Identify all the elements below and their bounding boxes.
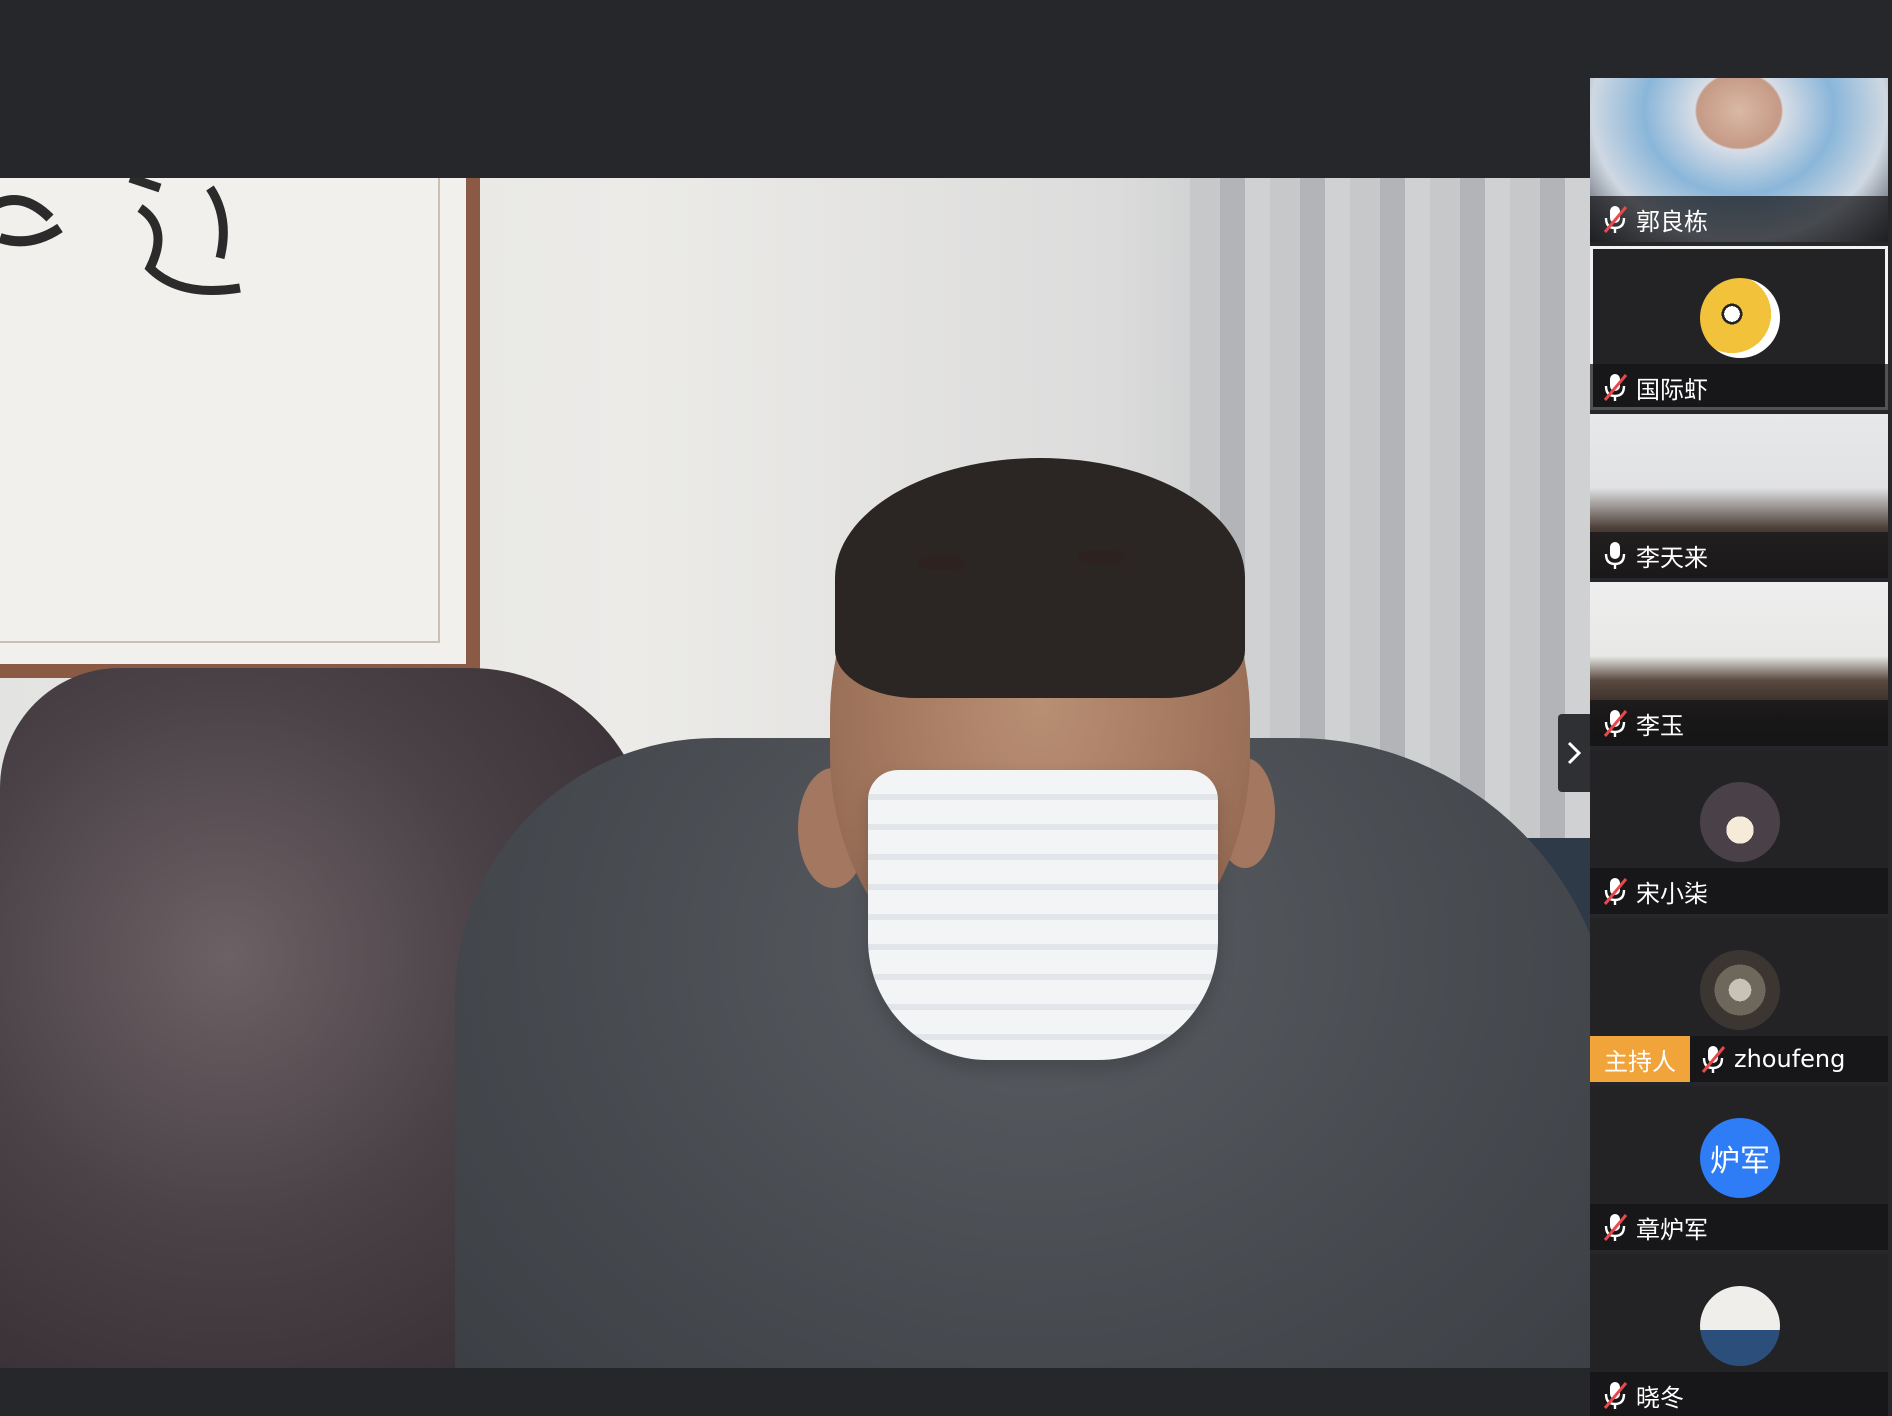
mic-muted-icon (1603, 878, 1628, 905)
participant-tile[interactable]: 主持人 zhoufeng (1590, 918, 1888, 1082)
participant-name: 李玉 (1636, 711, 1684, 740)
speaker-hair (835, 458, 1245, 698)
participant-tile[interactable]: 炉军章炉军 (1590, 1086, 1888, 1250)
participant-tile[interactable]: 国际虾 (1590, 246, 1888, 410)
participant-name-bar: 郭良栋 (1590, 196, 1888, 242)
avatar (1700, 278, 1780, 358)
mic-muted-icon (1603, 710, 1628, 737)
participant-name: 郭良栋 (1636, 207, 1708, 236)
avatar (1700, 782, 1780, 862)
participant-name: 国际虾 (1636, 375, 1708, 404)
participant-name: 章炉军 (1636, 1215, 1708, 1244)
mic-icon (1604, 542, 1626, 569)
participant-name-bar: 晓冬 (1590, 1372, 1888, 1416)
participant-tile[interactable]: 郭良栋 (1590, 78, 1888, 242)
participant-name: 宋小柒 (1636, 879, 1708, 908)
participant-tile[interactable]: 李天来 (1590, 414, 1888, 578)
mic-muted-icon (1701, 1046, 1726, 1073)
participant-panel: 郭良栋国际虾李天来李玉宋小柒主持人 zhoufeng 炉军章炉军晓冬 (1590, 78, 1892, 1416)
meeting-window: 郭良栋国际虾李天来李玉宋小柒主持人 zhoufeng 炉军章炉军晓冬 (0, 0, 1892, 1416)
participant-name: 晓冬 (1636, 1383, 1684, 1412)
face-mask (868, 770, 1218, 1060)
participant-name-bar: 章炉军 (1590, 1204, 1888, 1250)
participant-name-bar: 国际虾 (1590, 364, 1888, 410)
participant-name-bar: 李天来 (1590, 532, 1888, 578)
main-speaker-video[interactable] (0, 178, 1590, 1368)
participant-name-bar: 宋小柒 (1590, 868, 1888, 914)
wall-calligraphy-frame (0, 178, 480, 678)
participant-name-bar: 李玉 (1590, 700, 1888, 746)
participant-tile[interactable]: 李玉 (1590, 582, 1888, 746)
mic-muted-icon (1603, 1382, 1628, 1409)
mic-muted-icon (1603, 1214, 1628, 1241)
participant-tile[interactable]: 宋小柒 (1590, 750, 1888, 914)
chevron-right-icon (1567, 741, 1582, 765)
avatar (1700, 1286, 1780, 1366)
mic-muted-icon (1603, 206, 1628, 233)
participant-name: 李天来 (1636, 543, 1708, 572)
participant-name: zhoufeng (1734, 1045, 1846, 1073)
participant-name-bar: 主持人 zhoufeng (1590, 1036, 1888, 1082)
host-badge: 主持人 (1590, 1036, 1690, 1082)
avatar: 炉军 (1700, 1118, 1780, 1198)
mic-muted-icon (1603, 374, 1628, 401)
avatar (1700, 950, 1780, 1030)
collapse-panel-button[interactable] (1558, 714, 1590, 792)
participant-tile[interactable]: 晓冬 (1590, 1254, 1888, 1416)
